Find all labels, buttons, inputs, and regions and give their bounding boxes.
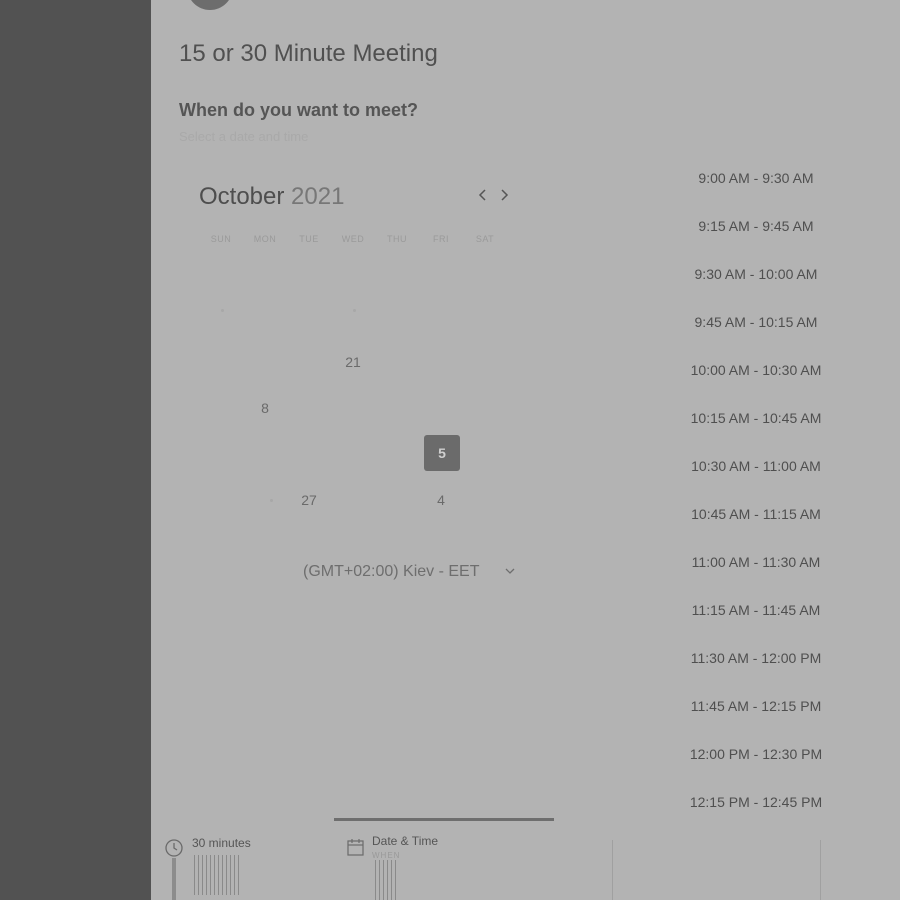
calendar-empty-dot [221,309,224,312]
calendar-day-selected[interactable]: 5 [424,435,460,471]
chevron-down-icon[interactable] [505,566,515,576]
step-datetime-decoration [375,860,396,900]
step-divider [612,840,613,900]
weekday-fri: FRI [433,234,449,244]
prev-month-button[interactable] [477,186,489,207]
step-duration-label: 30 minutes [192,836,251,850]
timezone-select[interactable]: (GMT+02:00) Kiev - EET [303,563,480,581]
section-hint: Select a date and time [179,129,309,144]
calendar-day[interactable]: 27 [291,482,327,518]
step-datetime-sublabel: WHEN [372,851,401,860]
time-slot[interactable]: 9:15 AM - 9:45 AM [680,218,832,234]
page-title: 15 or 30 Minute Meeting [179,40,438,67]
time-slot[interactable]: 9:45 AM - 10:15 AM [680,314,832,330]
calendar-empty-dot [353,309,356,312]
calendar-icon [347,839,364,856]
chevron-left-icon [478,189,486,201]
time-slot[interactable]: 11:15 AM - 11:45 AM [680,602,832,618]
step-divider [820,840,821,900]
weekday-thu: THU [387,234,407,244]
time-slot[interactable]: 11:00 AM - 11:30 AM [680,554,832,570]
time-slot[interactable]: 12:15 PM - 12:45 PM [680,794,832,810]
weekday-mon: MON [253,234,277,244]
step-duration-decoration [194,855,239,895]
weekday-sun: SUN [210,234,232,244]
time-slot[interactable]: 11:30 AM - 12:00 PM [680,650,832,666]
calendar-day[interactable]: 8 [247,390,283,426]
calendar-day[interactable]: 21 [335,344,371,380]
calendar-day[interactable]: 4 [423,482,459,518]
section-question: When do you want to meet? [179,100,418,120]
time-slot[interactable]: 10:30 AM - 11:00 AM [680,458,832,474]
weekday-wed: WED [341,234,365,244]
month-name: October [199,183,285,210]
step-progress-bar [172,858,176,900]
time-slot[interactable]: 10:15 AM - 10:45 AM [680,410,832,426]
weekday-tue: TUE [299,234,319,244]
weekday-sat: SAT [475,234,495,244]
calendar-empty-dot [270,499,273,502]
time-slot[interactable]: 11:45 AM - 12:15 PM [680,698,832,714]
time-slot[interactable]: 10:45 AM - 11:15 AM [680,506,832,522]
chevron-right-icon [501,189,509,201]
step-datetime-label: Date & Time [372,834,439,848]
time-slot[interactable]: 9:00 AM - 9:30 AM [680,170,832,186]
sidebar [0,0,151,900]
active-step-indicator [334,818,554,821]
time-slot[interactable]: 10:00 AM - 10:30 AM [680,362,832,378]
calendar-month-label: October 2021 [199,183,344,211]
clock-icon [165,839,183,857]
time-slot[interactable]: 12:00 PM - 12:30 PM [680,746,832,762]
time-slot[interactable]: 9:30 AM - 10:00 AM [680,266,832,282]
year-label: 2021 [291,183,345,210]
next-month-button[interactable] [498,186,510,207]
